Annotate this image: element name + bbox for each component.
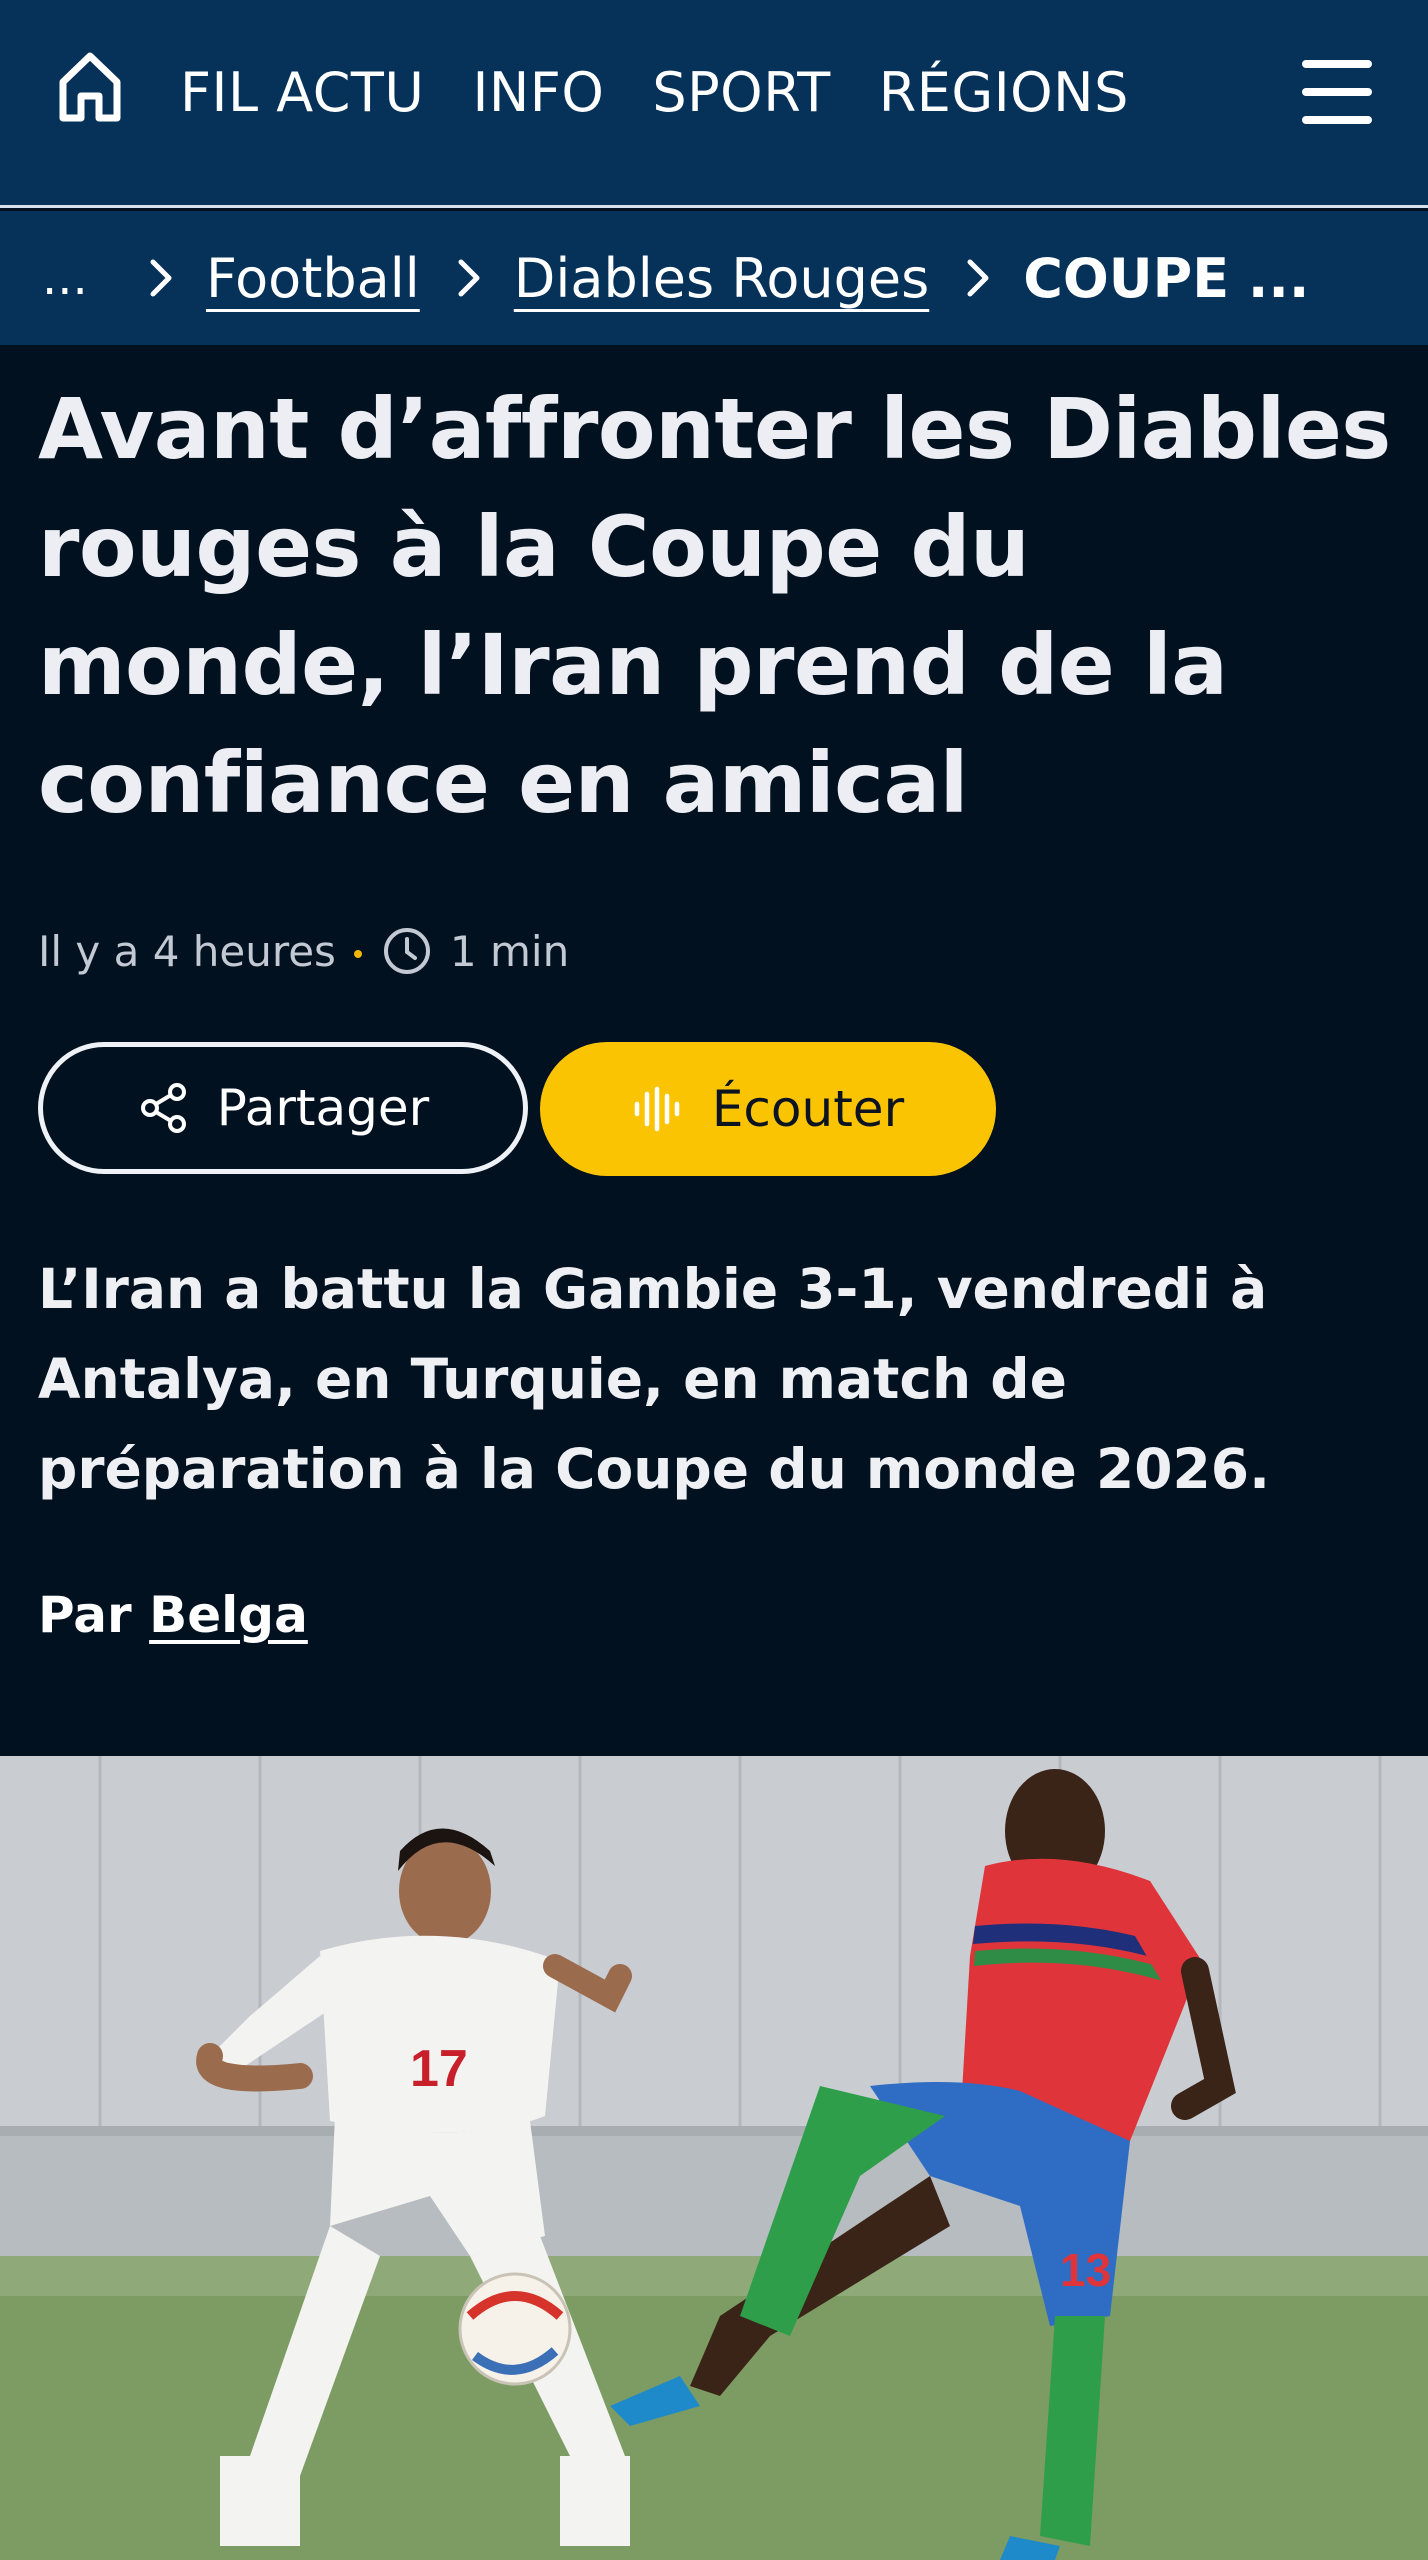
breadcrumb-current: COUPE ...	[1023, 246, 1310, 310]
byline-prefix: Par	[38, 1586, 132, 1644]
article-photo: 17 13	[0, 1756, 1428, 2560]
article-lede: L’Iran a battu la Gambie 3-1, vendredi à…	[38, 1257, 1270, 1501]
breadcrumb-football[interactable]: Football	[206, 247, 420, 310]
nav-fil-actu[interactable]: FIL ACTU	[180, 61, 424, 124]
menu-bar	[1302, 116, 1372, 124]
share-label: Partager	[216, 1079, 430, 1137]
home-button[interactable]	[52, 44, 128, 130]
meta-separator-dot	[353, 950, 362, 958]
menu-bar	[1302, 88, 1372, 96]
top-navigation: FIL ACTU INFO SPORT RÉGIONS	[0, 0, 1428, 208]
breadcrumb-ellipsis[interactable]: ...	[42, 250, 112, 306]
clock-icon	[382, 925, 434, 977]
share-icon	[140, 1083, 186, 1133]
published-time: Il y a 4 heures	[38, 926, 336, 976]
nav-sport[interactable]: SPORT	[652, 61, 830, 124]
jersey-number-left: 17	[410, 2040, 468, 2098]
share-button[interactable]: Partager	[38, 1042, 528, 1174]
breadcrumb: ... Football Diables Rouges COUPE ...	[0, 211, 1428, 345]
chevron-right-icon	[963, 258, 993, 298]
article-headline: Avant d’affronter les Diables rouges à l…	[38, 380, 1391, 832]
audio-wave-icon	[634, 1086, 680, 1132]
home-icon	[59, 52, 121, 122]
read-time: 1 min	[449, 926, 570, 976]
listen-button[interactable]: Écouter	[540, 1042, 996, 1176]
article-meta: Il y a 4 heures 1 min	[38, 920, 569, 982]
nav-regions[interactable]: RÉGIONS	[879, 61, 1129, 124]
chevron-right-icon	[454, 258, 484, 298]
jersey-number-right: 13	[1060, 2244, 1111, 2296]
breadcrumb-diables-rouges[interactable]: Diables Rouges	[514, 247, 929, 310]
byline: Par Belga	[38, 1586, 308, 1644]
listen-label: Écouter	[711, 1080, 905, 1138]
article-actions: Partager Écouter	[38, 1042, 996, 1176]
author-link[interactable]: Belga	[149, 1586, 308, 1644]
nav-info[interactable]: INFO	[472, 61, 604, 124]
chevron-right-icon	[146, 258, 176, 298]
hamburger-menu-icon[interactable]	[1302, 60, 1372, 124]
main-menu: FIL ACTU INFO SPORT RÉGIONS	[180, 52, 1129, 132]
menu-bar	[1302, 60, 1372, 68]
